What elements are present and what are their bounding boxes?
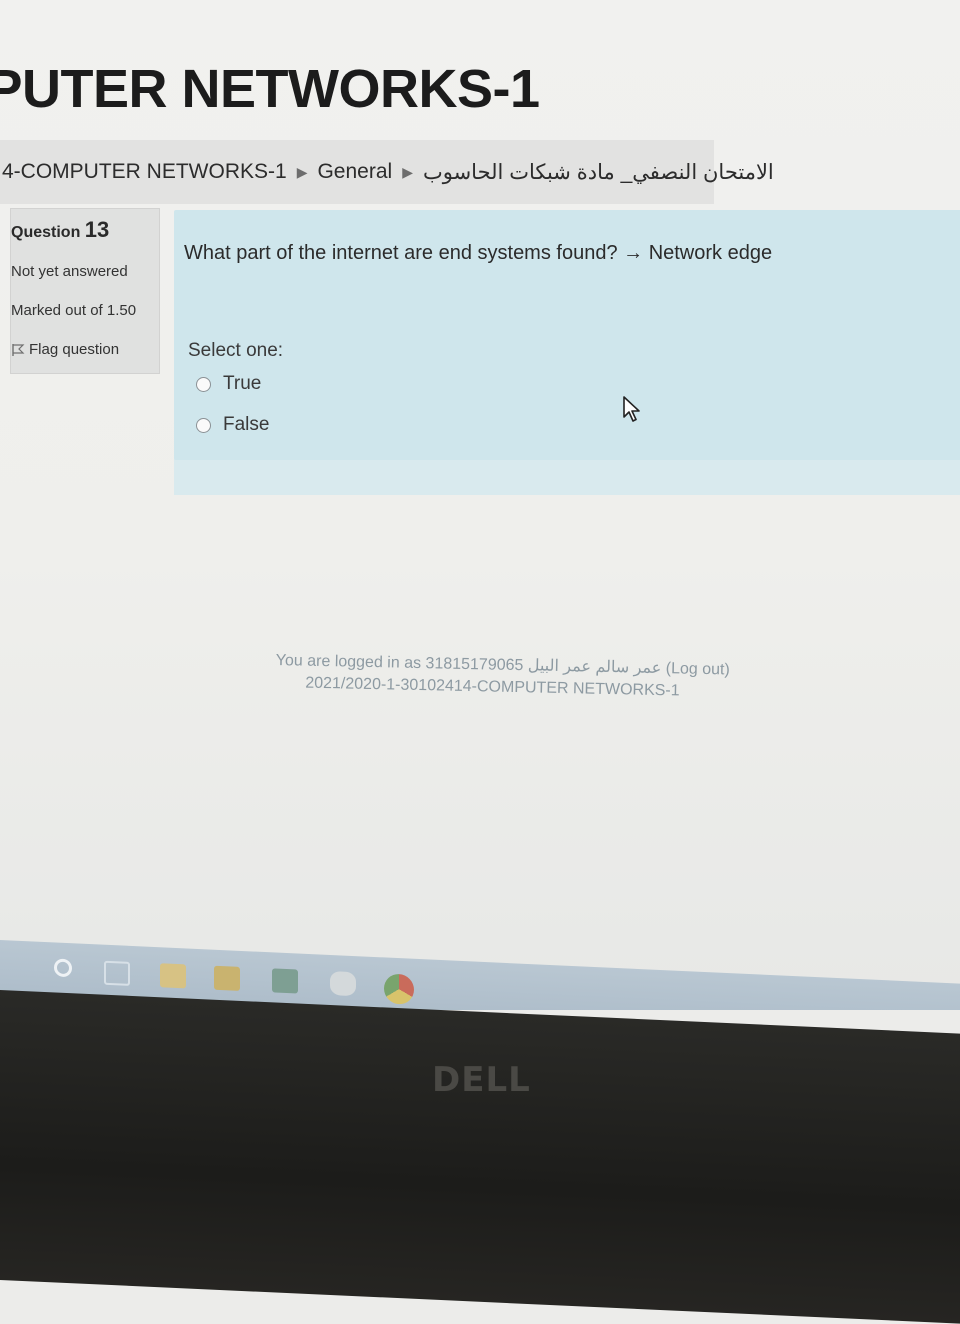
question-info-panel: Question 13 Not yet answered Marked out … [10,208,160,374]
question-number: Question 13 [11,217,159,243]
question-number-value: 13 [84,217,110,242]
app-icon[interactable] [272,968,298,994]
triangle-right-icon: ▶ [402,163,413,180]
breadcrumb-activity[interactable]: الامتحان النصفي_ مادة شبكات الحاسوب [423,160,774,185]
breadcrumb-course[interactable]: 4-COMPUTER NETWORKS-1 [2,160,287,184]
question-text: What part of the internet are end system… [184,242,773,264]
monitor-bezel [0,990,960,1324]
user-id-link[interactable]: 31815179065 [425,655,523,674]
app-icon[interactable] [330,970,356,997]
store-icon[interactable] [214,965,240,991]
radio-button[interactable] [196,417,211,433]
answer-option-true[interactable]: True [196,373,261,395]
file-explorer-icon[interactable] [160,963,186,989]
login-info: You are logged in as 31815179065 عمر سال… [275,650,776,704]
question-grade: Marked out of 1.50 [11,302,137,319]
page-title: IPUTER NETWORKS-1 [0,59,540,119]
answer-option-label: False [223,414,270,435]
mouse-cursor-icon [623,396,640,422]
task-view-icon[interactable] [104,960,130,986]
logout-link[interactable]: (Log out) [666,660,730,678]
login-prefix: You are logged in as [275,651,422,673]
breadcrumb: 4-COMPUTER NETWORKS-1 ▶ General ▶ الامتح… [0,140,774,204]
flag-question-label: Flag question [29,341,120,358]
question-state: Not yet answered [11,263,128,280]
user-name-link[interactable]: عمر سالم عمر البيل [528,657,662,677]
breadcrumb-section[interactable]: General [317,160,392,184]
chrome-icon[interactable] [384,973,414,1005]
flag-question-button[interactable]: Flag question [11,341,159,358]
flag-icon [12,343,25,356]
question-panel: What part of the internet are end system… [174,210,960,460]
answer-prompt: Select one: [188,340,284,361]
dell-logo: DELL [432,1060,531,1100]
answer-option-false[interactable]: False [196,414,269,436]
question-panel-extension [174,455,960,495]
answer-option-label: True [223,373,262,394]
monitor-screen: IPUTER NETWORKS-1 4-COMPUTER NETWORKS-1 … [0,0,960,1010]
radio-button[interactable] [196,376,211,392]
start-icon[interactable] [54,958,72,978]
triangle-right-icon: ▶ [296,163,308,180]
question-label: Question [11,224,81,241]
